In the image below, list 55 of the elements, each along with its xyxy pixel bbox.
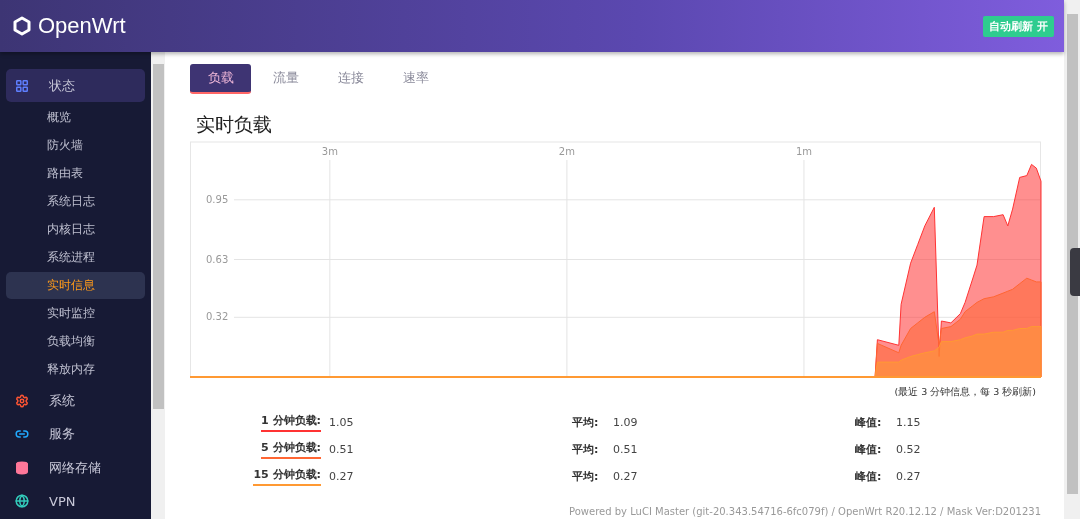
tab[interactable]: 负载	[190, 64, 251, 94]
peak-value: 1.15	[896, 416, 922, 429]
footer-text: Powered by LuCI Master (git-20.343.54716-6fc079f) / OpenWrt R20.12.12 / Mask Ver:D201231	[568, 506, 1041, 519]
average-label: 平均:	[572, 415, 600, 430]
sidebar-subitem[interactable]: 实时信息	[6, 272, 145, 299]
sidebar-subitem[interactable]: 释放内存	[6, 356, 145, 383]
tab[interactable]: 流量	[255, 64, 316, 94]
sidebar-item[interactable]: VPN	[6, 484, 145, 518]
section-title: 实时负载	[196, 112, 273, 137]
sidebar-subitem[interactable]: 内核日志	[6, 216, 145, 243]
sidebar-subitem[interactable]: 负载均衡	[6, 328, 145, 355]
peak-label: 峰值:	[855, 415, 883, 430]
settings-icon	[15, 393, 29, 408]
chart-note: (最近 3 分钟信息，每 3 秒刷新)	[893, 385, 1037, 399]
sidebar-subitem[interactable]: 防火墙	[6, 132, 145, 159]
peak-label: 峰值:	[855, 469, 883, 484]
tab[interactable]: 速率	[385, 64, 446, 94]
x-tick-label: 2m	[558, 146, 575, 157]
peak-value: 0.27	[896, 470, 922, 483]
average-value: 0.51	[613, 443, 639, 456]
y-tick-label: 0.32	[206, 311, 229, 323]
average-label: 平均:	[572, 442, 600, 457]
y-tick-label: 0.95	[206, 193, 229, 205]
load-value: 0.51	[329, 443, 355, 456]
load-value: 1.05	[329, 416, 355, 429]
average-label: 平均:	[572, 469, 600, 484]
load-label: 15 分钟负载:	[253, 467, 321, 486]
grid-icon	[15, 78, 29, 93]
sidebar-item[interactable]: 网络存储	[6, 451, 145, 485]
database-icon	[15, 460, 29, 475]
sidebar-item[interactable]: 状态	[6, 69, 145, 102]
y-tick-label: 0.63	[206, 253, 229, 265]
meter-widget-icon	[1070, 248, 1080, 296]
average-value: 1.09	[613, 416, 639, 429]
logo-text: OpenWrt	[38, 13, 126, 39]
sidebar-subitem[interactable]: 实时监控	[6, 300, 145, 327]
load-label: 1 分钟负载:	[261, 413, 321, 432]
sidebar-item[interactable]: 系统	[6, 384, 145, 418]
x-tick-label: 1m	[795, 146, 812, 157]
globe-icon	[15, 494, 29, 509]
logo-icon	[12, 16, 32, 36]
sidebar-subitem[interactable]: 系统日志	[6, 188, 145, 215]
sidebar-subitem[interactable]: 路由表	[6, 160, 145, 187]
scrollbar[interactable]	[151, 52, 165, 519]
peak-value: 0.52	[896, 443, 922, 456]
load-label: 5 分钟负载:	[261, 440, 321, 459]
peak-label: 峰值:	[855, 442, 883, 457]
sidebar-subitem[interactable]: 系统进程	[6, 244, 145, 271]
scrollbar[interactable]	[1064, 0, 1080, 519]
sidebar-subitem[interactable]: 概览	[6, 104, 145, 131]
average-value: 0.27	[613, 470, 639, 483]
tab[interactable]: 连接	[320, 64, 381, 94]
sidebar-item[interactable]: 服务	[6, 417, 145, 451]
load-value: 0.27	[329, 470, 355, 483]
x-tick-label: 3m	[321, 146, 338, 157]
